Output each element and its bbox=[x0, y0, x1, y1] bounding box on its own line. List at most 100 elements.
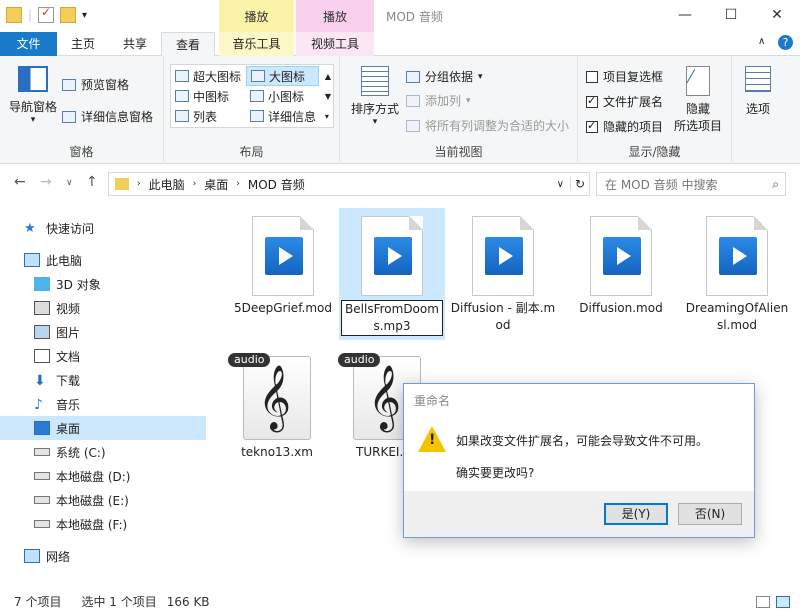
layout-small-icons[interactable]: 小图标 bbox=[246, 86, 319, 106]
layout-extra-large-icons[interactable]: 超大图标 bbox=[171, 66, 245, 86]
nav-item-quick-access[interactable]: ★ 快速访问 bbox=[0, 216, 206, 240]
recent-locations-icon[interactable]: ∨ bbox=[66, 178, 73, 188]
treble-clef-icon: 𝄞 bbox=[368, 365, 402, 430]
star-icon: ★ bbox=[24, 221, 36, 236]
preview-pane-button[interactable]: 预览窗格 bbox=[62, 76, 129, 93]
large-icons-view-icon[interactable] bbox=[776, 595, 790, 608]
up-arrow-icon[interactable]: ↑ bbox=[86, 174, 98, 190]
customize-qat-icon[interactable]: ▾ bbox=[82, 10, 87, 21]
tab-file[interactable]: 文件 bbox=[0, 32, 57, 56]
tab-music-tools[interactable]: 音乐工具 bbox=[219, 32, 294, 56]
selection-count: 选中 1 个项目 bbox=[81, 595, 157, 609]
dialog-title: 重命名 bbox=[414, 394, 451, 408]
layout-large-icons[interactable]: 大图标 bbox=[246, 66, 319, 86]
nav-item-pictures[interactable]: 图片 bbox=[0, 320, 206, 344]
group-by-icon bbox=[406, 70, 420, 83]
nav-item-network[interactable]: 网络 bbox=[0, 544, 206, 568]
file-item[interactable]: 5DeepGrief.mod bbox=[230, 208, 336, 317]
checkbox-checked-icon[interactable] bbox=[586, 94, 598, 108]
nav-item-this-pc[interactable]: 此电脑 bbox=[0, 248, 206, 272]
address-bar[interactable]: › 此电脑 › 桌面 › MOD 音频 ∨ ↻ bbox=[108, 172, 590, 196]
item-checkboxes-toggle[interactable]: 项目复选框 bbox=[586, 68, 663, 85]
rename-input[interactable]: BellsFromDooms.mp3 bbox=[341, 300, 443, 336]
address-dropdown-icon[interactable]: ∨ bbox=[557, 179, 564, 190]
forward-arrow-icon[interactable]: → bbox=[40, 174, 52, 190]
breadcrumb-mod-audio[interactable]: MOD 音频 bbox=[248, 176, 305, 193]
yes-button[interactable]: 是(Y) bbox=[604, 503, 668, 525]
layout-list[interactable]: 列表 bbox=[171, 106, 245, 126]
nav-item-disk-e[interactable]: 本地磁盘 (E:) bbox=[0, 488, 206, 512]
tab-share[interactable]: 共享 bbox=[109, 32, 161, 56]
chevron-right-icon: › bbox=[192, 179, 197, 189]
add-columns-button[interactable]: 添加列 ▾ bbox=[406, 92, 471, 109]
download-arrow-icon: ⬇ bbox=[34, 373, 46, 389]
add-columns-icon bbox=[406, 94, 420, 107]
tab-home[interactable]: 主页 bbox=[57, 32, 109, 56]
nav-label: 视频 bbox=[56, 301, 81, 316]
no-button[interactable]: 否(N) bbox=[678, 503, 742, 525]
search-input[interactable]: 在 MOD 音频 中搜索 ⌕ bbox=[596, 172, 786, 196]
properties-icon[interactable]: ✓ bbox=[38, 5, 55, 23]
layout-scroll-icons[interactable]: ▲ ▼ ▾ bbox=[325, 67, 331, 127]
file-item[interactable]: Diffusion - 副本.mod bbox=[450, 208, 556, 334]
nav-item-videos[interactable]: 视频 bbox=[0, 296, 206, 320]
tab-view[interactable]: 查看 bbox=[161, 32, 215, 57]
dialog-footer: 是(Y) 否(N) bbox=[404, 491, 754, 537]
details-view-icon[interactable] bbox=[756, 595, 770, 608]
warning-icon: ! bbox=[418, 426, 446, 452]
nav-item-downloads[interactable]: ⬇ 下载 bbox=[0, 368, 206, 392]
layout-label: 超大图标 bbox=[193, 69, 242, 84]
hide-selected-button[interactable]: 隐藏 所选项目 bbox=[670, 66, 726, 134]
breadcrumb-desktop[interactable]: 桌面 bbox=[204, 176, 228, 193]
nav-item-system-c[interactable]: 系统 (C:) bbox=[0, 440, 206, 464]
nav-pane-button[interactable]: 导航窗格 ▾ bbox=[6, 66, 60, 125]
item-count: 7 个项目 bbox=[14, 595, 62, 609]
checkbox-checked-icon[interactable] bbox=[586, 119, 598, 133]
tab-video-tools[interactable]: 视频工具 bbox=[296, 32, 374, 56]
options-icon bbox=[745, 66, 771, 92]
size-columns-label: 将所有列调整为合适的大小 bbox=[425, 119, 570, 133]
preview-pane-label: 预览窗格 bbox=[81, 78, 130, 92]
music-note-icon: ♪ bbox=[34, 397, 43, 413]
nav-item-disk-d[interactable]: 本地磁盘 (D:) bbox=[0, 464, 206, 488]
close-button[interactable]: ✕ bbox=[754, 0, 800, 30]
search-icon: ⌕ bbox=[772, 176, 779, 191]
nav-item-documents[interactable]: 文档 bbox=[0, 344, 206, 368]
nav-item-desktop[interactable]: 桌面 bbox=[0, 416, 206, 440]
file-item[interactable]: audio 𝄞 tekno13.xm bbox=[224, 348, 330, 461]
minimize-ribbon-icon[interactable]: ∧ bbox=[758, 36, 765, 47]
help-icon[interactable]: ? bbox=[778, 35, 793, 50]
refresh-icon[interactable]: ↻ bbox=[569, 177, 589, 191]
medium-icons-icon bbox=[175, 90, 189, 102]
sort-by-button[interactable]: 排序方式 ▾ bbox=[348, 66, 402, 127]
layout-label: 列表 bbox=[193, 109, 218, 124]
hide-selected-label-1: 隐藏 bbox=[685, 102, 710, 116]
group-by-button[interactable]: 分组依据 ▾ bbox=[406, 68, 483, 85]
folder-icon bbox=[115, 178, 129, 190]
options-button[interactable]: 选项 bbox=[736, 66, 780, 117]
context-tab-play-music: 播放 bbox=[219, 0, 294, 32]
new-folder-icon[interactable] bbox=[60, 7, 77, 23]
breadcrumb-this-pc[interactable]: 此电脑 bbox=[149, 176, 185, 193]
file-item-renaming[interactable]: BellsFromDooms.mp3 bbox=[339, 208, 445, 340]
layout-details[interactable]: 详细信息 bbox=[246, 106, 319, 126]
size-columns-button[interactable]: 将所有列调整为合适的大小 bbox=[406, 117, 569, 134]
maximize-button[interactable]: ☐ bbox=[708, 0, 754, 30]
nav-item-music[interactable]: ♪ 音乐 bbox=[0, 392, 206, 416]
nav-pane-label: 导航窗格 bbox=[8, 100, 57, 114]
minimize-button[interactable]: — bbox=[662, 0, 708, 30]
nav-item-disk-f[interactable]: 本地磁盘 (F:) bbox=[0, 512, 206, 536]
nav-item-3d-objects[interactable]: 3D 对象 bbox=[0, 272, 206, 296]
computer-icon bbox=[24, 253, 40, 267]
file-extensions-toggle[interactable]: 文件扩展名 bbox=[586, 93, 663, 110]
file-item[interactable]: Diffusion.mod bbox=[568, 208, 674, 317]
file-item[interactable]: DreamingOfAliensl.mod bbox=[684, 208, 790, 334]
play-icon bbox=[485, 237, 523, 275]
hidden-items-toggle[interactable]: 隐藏的项目 bbox=[586, 118, 663, 135]
details-pane-button[interactable]: 详细信息窗格 bbox=[62, 108, 153, 125]
film-icon bbox=[34, 301, 50, 315]
checkbox-icon[interactable] bbox=[586, 70, 598, 83]
layout-medium-icons[interactable]: 中图标 bbox=[171, 86, 245, 106]
back-arrow-icon[interactable]: ← bbox=[14, 174, 26, 190]
layout-label: 小图标 bbox=[268, 89, 305, 104]
